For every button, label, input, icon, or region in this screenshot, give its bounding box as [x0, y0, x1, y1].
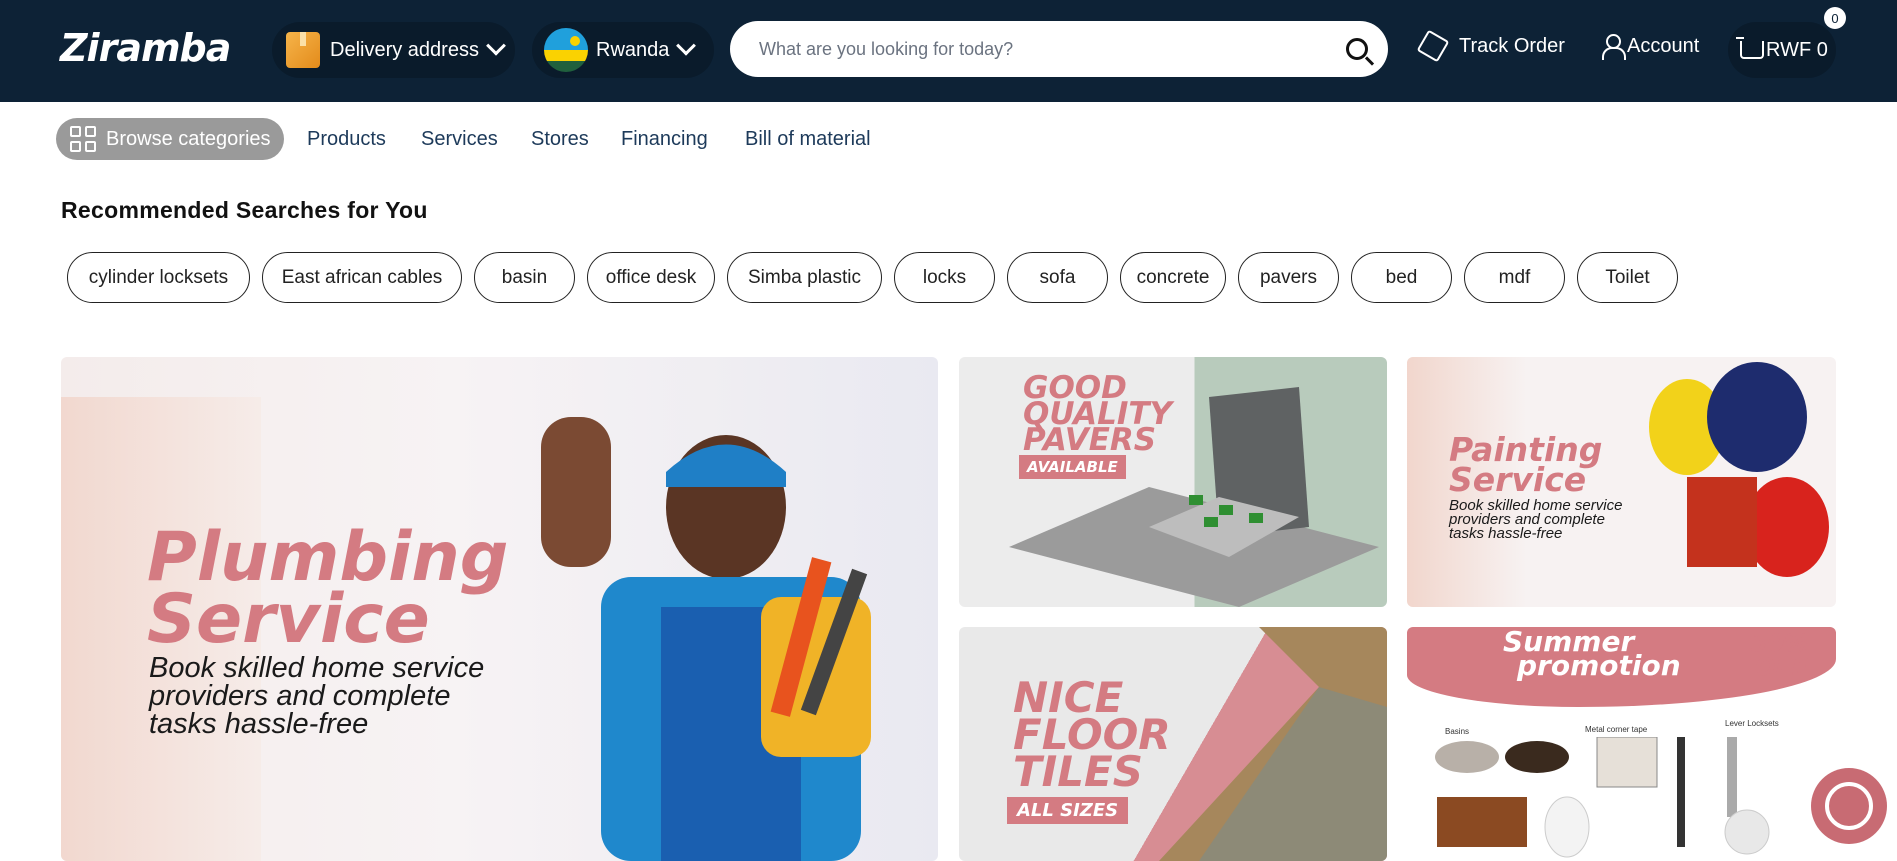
- whatsapp-chat-button[interactable]: [1811, 768, 1887, 844]
- search-input[interactable]: [759, 38, 1346, 60]
- top-bar: Ziramba Delivery address Rwanda Track Or…: [0, 0, 1897, 102]
- browse-categories-label: Browse categories: [106, 127, 271, 150]
- floor-tiles-banner[interactable]: NICE FLOOR TILES ALL SIZES: [959, 627, 1387, 861]
- account-label: Account: [1627, 34, 1700, 57]
- search-chip[interactable]: Simba plastic: [727, 252, 882, 303]
- search-chip[interactable]: office desk: [587, 252, 715, 303]
- search-chip[interactable]: bed: [1351, 252, 1452, 303]
- pavers-image: [1009, 387, 1379, 607]
- search-chip[interactable]: pavers: [1238, 252, 1339, 303]
- cart-button[interactable]: RWF 0: [1728, 22, 1836, 78]
- search-chip[interactable]: concrete: [1120, 252, 1226, 303]
- banner-heading: promotion: [1517, 649, 1681, 682]
- cart-count-badge: 0: [1824, 7, 1846, 29]
- secondary-nav: Browse categories Products Services Stor…: [0, 102, 1897, 172]
- search-chip[interactable]: mdf: [1464, 252, 1565, 303]
- cart-total: RWF 0: [1766, 38, 1828, 61]
- grid-icon: [70, 126, 96, 152]
- banner-heading: Plumbing: [147, 518, 509, 597]
- track-order-link[interactable]: Track Order: [1416, 29, 1565, 63]
- pavers-banner[interactable]: GOOD QUALITY PAVERS AVAILABLE: [959, 357, 1387, 607]
- banner-heading: Service: [147, 580, 430, 659]
- package-icon: [1416, 29, 1450, 63]
- delivery-address-label: Delivery address: [330, 38, 479, 61]
- search-chip[interactable]: locks: [894, 252, 995, 303]
- country-label: Rwanda: [596, 38, 670, 61]
- discount-label: 30%: [1751, 629, 1809, 657]
- painting-service-banner[interactable]: Painting Service Book skilled home servi…: [1407, 357, 1836, 607]
- delivery-address-button[interactable]: Delivery address: [272, 22, 515, 78]
- user-icon: [1601, 34, 1626, 60]
- recommended-searches-title: Recommended Searches for You: [61, 197, 428, 223]
- nav-link-services[interactable]: Services: [421, 128, 498, 151]
- site-logo[interactable]: Ziramba: [60, 26, 231, 70]
- search-chip[interactable]: basin: [474, 252, 575, 303]
- summer-promotion-banner[interactable]: Summer promotion 30% OFF Basins Metal co…: [1407, 627, 1836, 861]
- chevron-down-icon: [676, 35, 697, 56]
- search-chip[interactable]: East african cables: [262, 252, 462, 303]
- discount-label: OFF: [1755, 653, 1809, 681]
- floor-tiles-image: [1159, 627, 1387, 861]
- promotion-products-image: [1435, 737, 1770, 858]
- product-label: Lever Locksets: [1725, 719, 1779, 728]
- track-order-label: Track Order: [1459, 34, 1565, 57]
- cart-icon: [1736, 37, 1764, 59]
- plumbing-service-banner[interactable]: Plumbing Service Book skilled home servi…: [61, 357, 938, 861]
- search-bar: [730, 21, 1388, 77]
- search-icon[interactable]: [1346, 38, 1368, 60]
- nav-link-bill-of-material[interactable]: Bill of material: [745, 128, 871, 151]
- browse-categories-button[interactable]: Browse categories: [56, 118, 284, 160]
- nav-link-products[interactable]: Products: [307, 128, 386, 151]
- banner-copy: Book skilled home service: [149, 652, 485, 684]
- plumber-image: [541, 417, 871, 861]
- nav-link-stores[interactable]: Stores: [531, 128, 589, 151]
- banner-copy: providers and complete: [149, 680, 451, 712]
- search-chip[interactable]: Toilet: [1577, 252, 1678, 303]
- search-chip[interactable]: cylinder locksets: [67, 252, 250, 303]
- banner-tag: ALL SIZES: [1007, 797, 1129, 824]
- paint-cans-image: [1649, 362, 1829, 577]
- product-label: Basins: [1445, 727, 1470, 736]
- product-label: Metal corner tape: [1585, 725, 1648, 734]
- account-link[interactable]: Account: [1601, 34, 1700, 60]
- banner-copy: tasks hassle-free: [1449, 525, 1563, 542]
- banner-heading: Service: [1449, 460, 1587, 499]
- banner-copy: tasks hassle-free: [149, 708, 369, 740]
- nav-link-financing[interactable]: Financing: [621, 128, 708, 151]
- recommended-chips: cylinder locksets East african cables ba…: [67, 252, 1690, 303]
- chevron-down-icon: [486, 35, 506, 56]
- package-icon: [286, 32, 320, 68]
- search-chip[interactable]: sofa: [1007, 252, 1108, 303]
- rwanda-flag-icon: [544, 28, 588, 72]
- country-selector[interactable]: Rwanda: [532, 22, 714, 78]
- banner-heading: TILES: [1013, 747, 1143, 796]
